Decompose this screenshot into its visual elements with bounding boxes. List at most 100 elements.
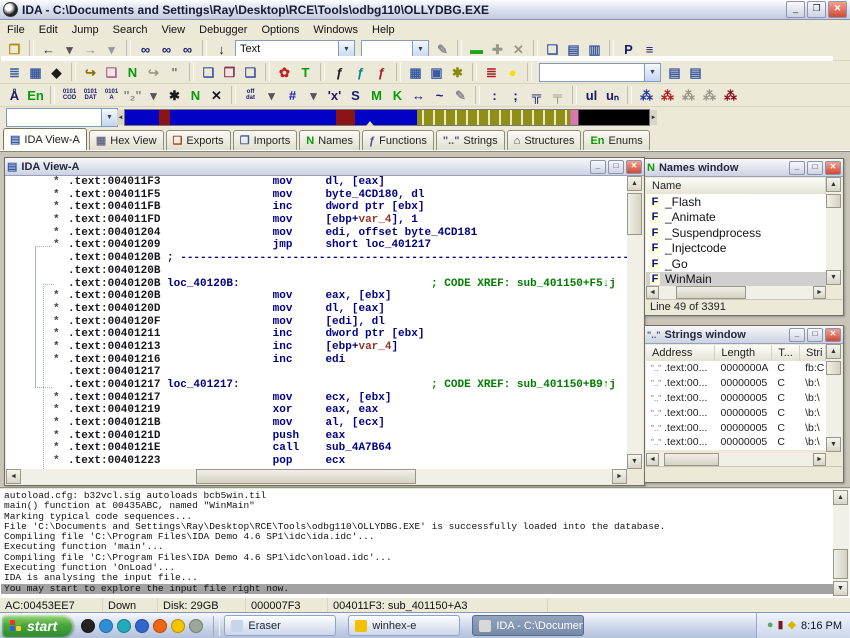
disasm-line[interactable]: *.text:0040120B mov eax, [ebx] — [6, 290, 627, 303]
copy-window-icon[interactable]: ❏ — [198, 62, 219, 82]
calculator-icon[interactable]: ▦ — [405, 62, 426, 82]
unicode-un-icon[interactable]: uₙ — [602, 85, 623, 105]
chevron-down-icon[interactable]: ▼ — [338, 41, 354, 58]
enum-en-icon[interactable]: En — [25, 85, 46, 105]
enum-m-icon[interactable]: M — [366, 85, 387, 105]
callgraph-red-icon[interactable]: ⁂ — [657, 85, 678, 105]
launch-q-icon[interactable] — [117, 619, 131, 633]
disasm-line[interactable]: *.text:00401223 pop ecx — [6, 455, 627, 468]
complement-icon[interactable]: ~ — [429, 85, 450, 105]
disasm-line[interactable]: *.text:00401204 mov edi, offset byte_4CD… — [6, 227, 627, 240]
scroll-left-icon[interactable]: ◄ — [646, 453, 659, 466]
edit-pen-icon[interactable]: ✎ — [450, 85, 471, 105]
hscroll-thumb[interactable] — [664, 453, 719, 466]
semicolon-icon[interactable]: ; — [505, 85, 526, 105]
launch-firefox-icon[interactable] — [153, 619, 167, 633]
launch-1-icon[interactable] — [81, 619, 95, 633]
char-icon[interactable]: 'x' — [324, 85, 345, 105]
print-icon[interactable]: ▤ — [664, 62, 685, 82]
scroll-down-icon[interactable]: ▼ — [826, 437, 841, 452]
ida-view-vscrollbar[interactable]: ▲ ▼ — [627, 176, 643, 469]
callgraph-blue-icon[interactable]: ⁂ — [636, 85, 657, 105]
task-button-winhex-e[interactable]: winhex-e — [348, 615, 460, 636]
jump-name-icon[interactable]: N — [122, 62, 143, 82]
hex-dump-icon[interactable]: ▦ — [25, 62, 46, 82]
offset-dropdown-icon[interactable]: ▾ — [261, 85, 282, 105]
scroll-up-icon[interactable]: ▲ — [826, 177, 841, 192]
minimize-button[interactable]: _ — [786, 1, 805, 18]
print-setup-icon[interactable]: ▤ — [685, 62, 706, 82]
ida-view-maximize-button[interactable]: □ — [608, 160, 624, 174]
chevron-down-icon[interactable]: ▼ — [644, 64, 660, 81]
function-edit-icon[interactable]: ƒ — [350, 62, 371, 82]
names-item[interactable]: F_Suspendprocess — [646, 225, 826, 241]
tree-up-icon[interactable]: ╦ — [526, 85, 547, 105]
names-titlebar[interactable]: N Names window _ □ ✕ — [645, 159, 843, 177]
names-item[interactable]: F_Go — [646, 256, 826, 272]
stack-k-icon[interactable]: K — [387, 85, 408, 105]
navband-left-arrow-icon[interactable]: ◄ — [117, 110, 124, 125]
tab-hex-view[interactable]: ▦Hex View — [89, 130, 164, 150]
data-code-icon[interactable]: 0101COD — [59, 85, 80, 105]
output-vscrollbar[interactable]: ▲ ▼ — [833, 490, 849, 596]
names-close-button[interactable]: ✕ — [825, 161, 841, 175]
literal-dropdown-icon[interactable]: ▾ — [143, 85, 164, 105]
flower-icon[interactable]: ✿ — [274, 62, 295, 82]
chevron-down-icon[interactable]: ▼ — [101, 109, 117, 126]
scroll-up-icon[interactable]: ▲ — [826, 344, 841, 359]
navband-right-arrow-icon[interactable]: ► — [650, 110, 657, 125]
tab-names[interactable]: NNames — [299, 130, 360, 150]
strings-maximize-button[interactable]: □ — [807, 328, 823, 342]
tab-strings[interactable]: ".."Strings — [436, 130, 505, 150]
disasm-line[interactable]: *.text:004011FB inc dword ptr [ebx] — [6, 201, 627, 214]
output-line[interactable]: You may start to explore the input file … — [1, 584, 833, 594]
start-button[interactable]: start — [2, 615, 73, 637]
disasm-line[interactable]: *.text:00401213 inc [ebp+var_4] — [6, 341, 627, 354]
strings-row[interactable]: "..".text:00...00000005C\b:\ — [646, 376, 826, 391]
name-n-icon[interactable]: N — [185, 85, 206, 105]
disasm-line[interactable]: *.text:0040121D push eax — [6, 430, 627, 443]
hscroll-thumb[interactable] — [676, 286, 746, 299]
callgraph-gray1-icon[interactable]: ⁂ — [678, 85, 699, 105]
menu-item-debugger[interactable]: Debugger — [192, 23, 254, 37]
disasm-line[interactable]: *.text:00401217 mov ecx, [ebx] — [6, 392, 627, 405]
chip-icon[interactable]: ▣ — [426, 62, 447, 82]
names-column-name[interactable]: Name — [646, 178, 826, 194]
function-icon[interactable]: ƒ — [329, 62, 350, 82]
scroll-left-icon[interactable]: ◄ — [6, 469, 21, 484]
tab-ida-view-a[interactable]: ▤IDA View-A — [3, 128, 87, 150]
number-dropdown-icon[interactable]: ▾ — [303, 85, 324, 105]
disasm-line[interactable]: *.text:0040120F mov [edi], dl — [6, 316, 627, 329]
vscroll-thumb[interactable] — [833, 549, 848, 579]
scroll-up-icon[interactable]: ▲ — [627, 176, 642, 191]
function-del-icon[interactable]: ƒ — [371, 62, 392, 82]
ida-view-close-button[interactable]: ✕ — [626, 160, 642, 174]
tab-structures[interactable]: ⌂Structures — [507, 130, 582, 150]
names-maximize-button[interactable]: □ — [807, 161, 823, 175]
vscroll-thumb[interactable] — [627, 193, 642, 235]
disasm-line[interactable]: *.text:00401219 xor eax, eax — [6, 404, 627, 417]
strings-row[interactable]: "..".text:00...0000000ACfb:C — [646, 361, 826, 376]
scroll-down-icon[interactable]: ▼ — [833, 581, 848, 596]
disassembly-listing[interactable]: *.text:004011F3 mov dl, [eax]*.text:0040… — [6, 176, 627, 469]
output-log[interactable]: autoload.cfg: b32vcl.sig autoloads bcb5w… — [1, 491, 833, 596]
disasm-line[interactable]: *.text:0040121E call sub_4A7B64 — [6, 442, 627, 455]
disasm-line[interactable]: .text:0040120B — [6, 265, 627, 278]
task-button-ida-c-documents-[interactable]: IDA - C:\Documents ... — [472, 615, 584, 636]
unicode-ul-icon[interactable]: ul — [581, 85, 602, 105]
scroll-down-icon[interactable]: ▼ — [627, 454, 642, 469]
scroll-right-icon[interactable]: ► — [813, 286, 826, 299]
menu-item-help[interactable]: Help — [365, 23, 402, 37]
scroll-left-icon[interactable]: ◄ — [646, 286, 659, 299]
menu-item-view[interactable]: View — [154, 23, 192, 37]
tray-volume-icon[interactable]: ▮ — [778, 620, 784, 631]
scroll-right-icon[interactable]: ► — [813, 453, 826, 466]
menu-item-options[interactable]: Options — [254, 23, 306, 37]
restore-button[interactable]: ❐ — [807, 1, 826, 18]
menu-item-edit[interactable]: Edit — [32, 23, 65, 37]
disasm-line[interactable]: *.text:004011F5 mov byte_4CD180, dl — [6, 189, 627, 202]
ida-view-minimize-button[interactable]: _ — [590, 160, 606, 174]
vscroll-thumb[interactable] — [826, 361, 841, 375]
launch-media-icon[interactable] — [99, 619, 113, 633]
launch-ie-icon[interactable] — [135, 619, 149, 633]
